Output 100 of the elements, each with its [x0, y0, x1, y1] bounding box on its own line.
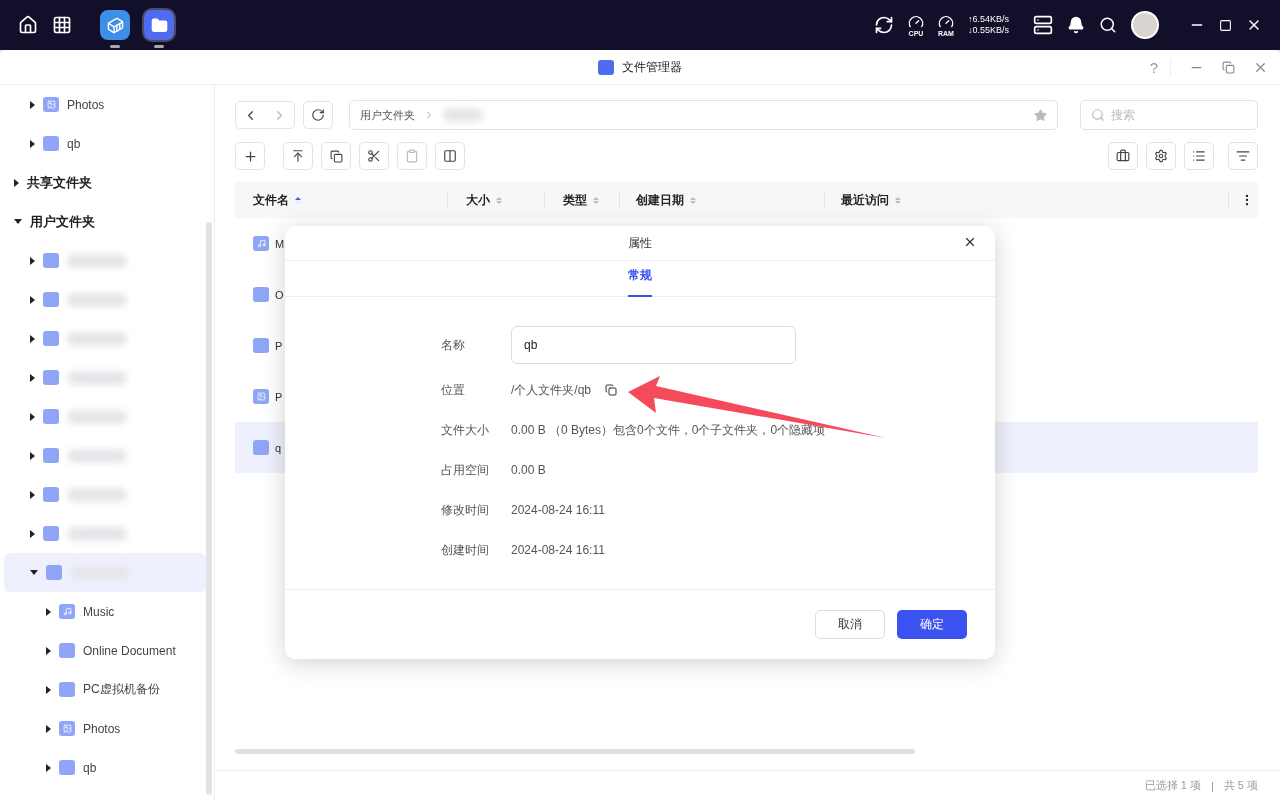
caret-icon[interactable] [30, 100, 35, 109]
caret-icon[interactable] [30, 334, 35, 343]
caret-icon[interactable] [14, 178, 19, 187]
plus-icon[interactable] [242, 148, 258, 164]
search-icon[interactable] [1099, 16, 1117, 34]
folder-icon [43, 448, 59, 463]
file-name[interactable]: P [275, 390, 283, 403]
sync-icon[interactable] [873, 15, 894, 35]
scrollbar[interactable] [235, 749, 915, 754]
scissors-icon[interactable] [367, 149, 381, 163]
cancel-button[interactable]: 取消 [815, 610, 885, 639]
tree-item[interactable]: Music [83, 604, 115, 619]
tree-item[interactable]: qb [67, 136, 81, 151]
tree-item[interactable]: qb [83, 760, 97, 775]
tree-item[interactable]: Online Document [83, 643, 176, 658]
image-folder-icon [59, 721, 75, 736]
compare-button[interactable] [435, 142, 465, 170]
folder-icon [59, 760, 75, 775]
filter-icon[interactable] [1236, 149, 1250, 163]
blurred-label [67, 526, 127, 541]
blurred-label [67, 487, 127, 502]
field-label: 名称 [441, 336, 466, 354]
close-button[interactable] [963, 235, 977, 249]
field-value: 2024-08-24 16:11 [511, 503, 605, 517]
caret-icon[interactable] [30, 529, 35, 538]
briefcase-icon[interactable] [1116, 149, 1130, 163]
blurred-label [67, 253, 127, 268]
caret-icon[interactable] [30, 373, 35, 382]
column-header[interactable]: 最近访问 [841, 191, 889, 209]
folder-icon [43, 331, 59, 346]
music-folder-icon [59, 604, 75, 619]
grid-icon[interactable] [52, 15, 72, 35]
breadcrumb-item[interactable]: 用户文件夹 [360, 107, 415, 123]
avatar[interactable] [1131, 11, 1159, 39]
file-name[interactable]: M [275, 237, 285, 250]
star-icon[interactable] [1034, 108, 1047, 122]
caret-icon[interactable] [46, 724, 51, 733]
briefcase-button[interactable] [1108, 142, 1138, 170]
column-header[interactable]: 创建日期 [636, 191, 684, 209]
copy-button[interactable] [321, 142, 351, 170]
tree-item[interactable]: 共享文件夹 [27, 173, 92, 192]
columns-icon[interactable] [443, 149, 457, 163]
file-name[interactable]: q [275, 441, 282, 454]
caret-icon[interactable] [46, 607, 51, 616]
tree-item[interactable]: 用户文件夹 [30, 212, 95, 231]
settings-button[interactable] [1146, 142, 1176, 170]
upload-button[interactable] [283, 142, 313, 170]
folder-icon [253, 440, 269, 455]
cut-button[interactable] [359, 142, 389, 170]
breadcrumb-bar[interactable]: 用户文件夹 [349, 100, 1058, 130]
column-header[interactable]: 大小 [466, 191, 490, 209]
blurred-label [67, 409, 127, 424]
caret-icon[interactable] [30, 256, 35, 265]
home-icon[interactable] [18, 15, 38, 35]
bell-icon[interactable] [1067, 16, 1085, 34]
copy-icon[interactable] [329, 149, 343, 163]
caret-icon[interactable] [30, 295, 35, 304]
file-name[interactable]: P [275, 339, 283, 352]
copy-icon[interactable] [605, 384, 617, 396]
selection-count: 已选择 1 项 [1144, 778, 1201, 793]
tab[interactable]: 常规 [628, 261, 652, 297]
caret-icon[interactable] [30, 490, 35, 499]
blurred-label [67, 292, 127, 307]
tree-item[interactable]: Photos [67, 97, 105, 112]
refresh-icon[interactable] [311, 108, 325, 122]
restore-icon[interactable] [1222, 61, 1235, 74]
folder-icon [46, 565, 62, 580]
caret-icon[interactable] [14, 219, 22, 224]
clipboard-icon[interactable] [405, 149, 419, 163]
view-button[interactable] [1184, 142, 1214, 170]
gauge-icon [907, 13, 924, 30]
ok-button[interactable]: 确定 [897, 610, 967, 639]
image-folder-icon [253, 389, 269, 404]
caret-icon[interactable] [46, 646, 51, 655]
upload-icon[interactable] [291, 149, 305, 163]
field-label: 创建时间 [441, 541, 490, 559]
caret-icon[interactable] [46, 685, 51, 694]
scrollbar[interactable] [206, 222, 212, 795]
column-header[interactable]: 文件名 [253, 191, 289, 209]
sort-icon[interactable] [295, 196, 301, 204]
refresh-button[interactable] [303, 101, 333, 129]
list-icon[interactable] [1192, 149, 1206, 163]
file-name[interactable]: O [275, 288, 284, 301]
search-icon [1091, 108, 1105, 122]
field-label: 占用空间 [441, 461, 490, 479]
tree-item[interactable]: Photos [83, 721, 121, 736]
caret-icon[interactable] [30, 451, 35, 460]
name-field[interactable]: qb [511, 326, 796, 364]
separator: | [1210, 779, 1214, 792]
column-header[interactable]: 类型 [563, 191, 587, 209]
tree-item[interactable]: PC虚拟机备份 [83, 681, 160, 698]
folder-icon [43, 292, 59, 307]
caret-icon[interactable] [46, 763, 51, 772]
settings-icon[interactable] [1154, 149, 1168, 163]
server-icon[interactable] [1033, 15, 1053, 35]
sort-button[interactable] [1228, 142, 1258, 170]
caret-icon[interactable] [30, 412, 35, 421]
caret-icon[interactable] [30, 139, 35, 148]
caret-icon[interactable] [30, 570, 38, 575]
maximize-icon[interactable] [1219, 18, 1232, 32]
